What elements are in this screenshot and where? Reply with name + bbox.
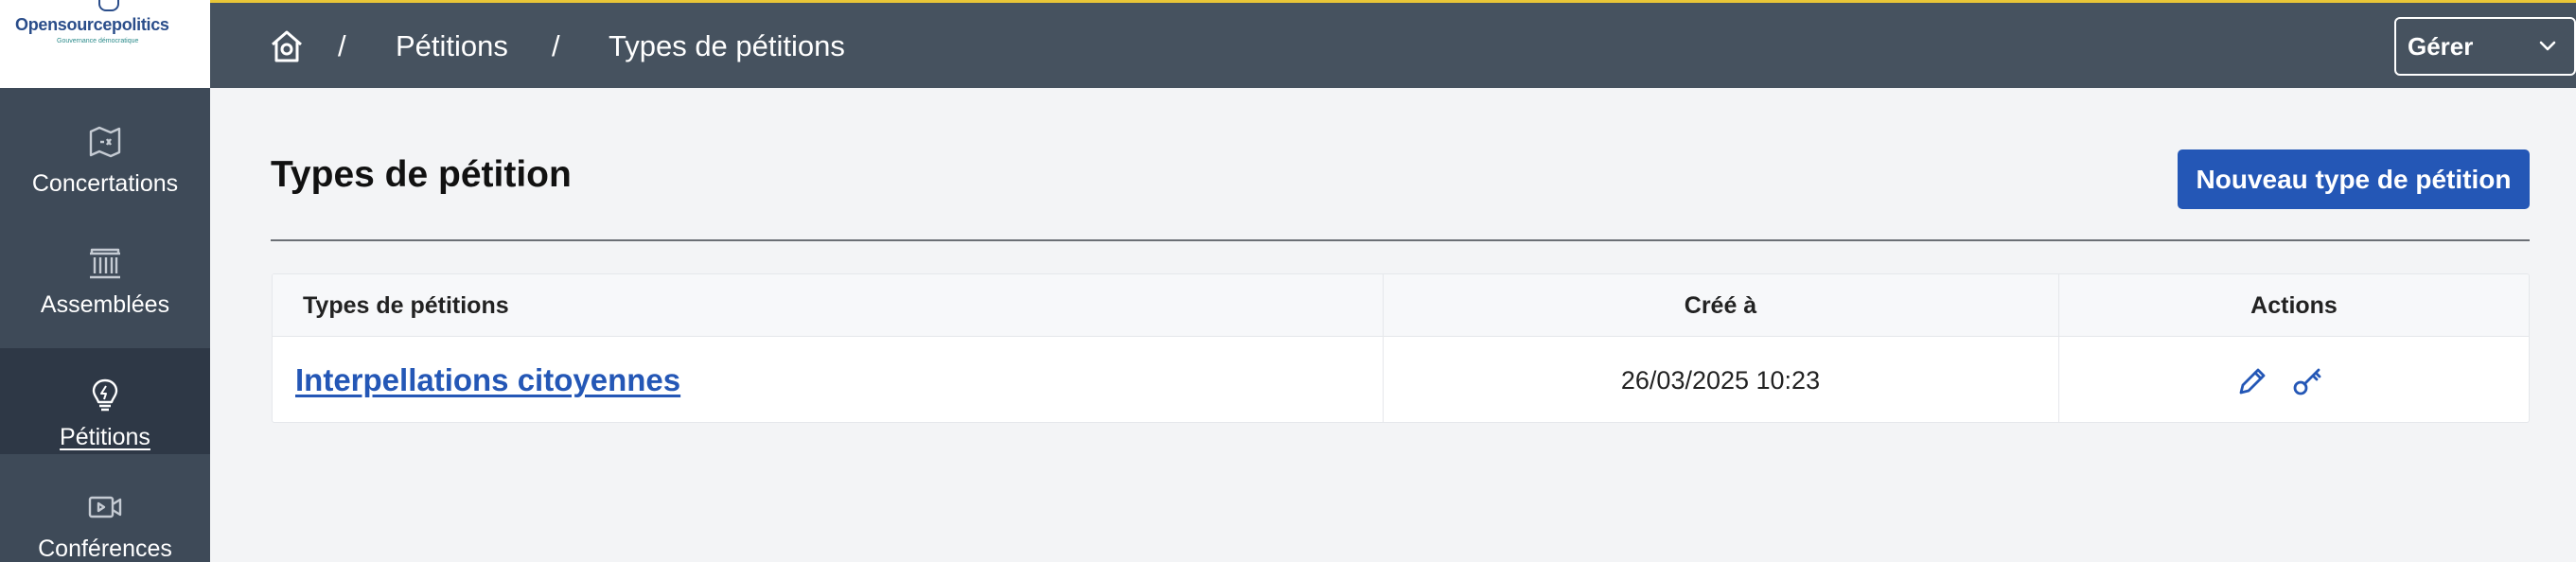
lightbulb-icon	[92, 378, 118, 412]
sidebar-item-label: Pétitions	[60, 424, 150, 450]
petition-type-name-cell: Interpellations citoyennes	[295, 337, 680, 422]
logo-tagline: Gouvernance démocratique	[57, 38, 139, 44]
breadcrumb-separator: /	[338, 29, 346, 62]
sidebar-item-label: Conférences	[38, 536, 172, 562]
logo-bubble-icon	[98, 0, 119, 11]
column-header-actions: Actions	[2250, 292, 2338, 319]
manage-label: Gérer	[2408, 32, 2474, 61]
sidebar-item-label: Assemblées	[40, 291, 170, 318]
petition-types-table: Types de pétitions Créé à Actions Interp…	[272, 273, 2530, 423]
column-divider	[1383, 274, 1384, 422]
breadcrumb-petitions[interactable]: Pétitions	[396, 29, 508, 63]
breadcrumb-types-petitions: Types de pétitions	[609, 29, 845, 62]
created-at-cell: 26/03/2025 10:23	[1620, 366, 1821, 395]
map-icon	[89, 126, 121, 158]
home-icon[interactable]	[269, 28, 305, 64]
column-divider	[2058, 274, 2059, 422]
sidebar-item-conferences[interactable]: Conférences	[0, 460, 210, 562]
table-row: Interpellations citoyennes 26/03/2025 10…	[273, 337, 2529, 422]
chevron-down-icon	[2539, 41, 2556, 51]
institution-icon	[90, 248, 120, 279]
manage-dropdown-button[interactable]: Gérer	[2394, 17, 2576, 76]
sidebar-item-assemblees[interactable]: Assemblées	[0, 216, 210, 322]
column-header-types: Types de pétitions	[303, 292, 509, 319]
page-title: Types de pétition	[271, 154, 572, 195]
pencil-icon[interactable]	[2236, 365, 2268, 397]
logo[interactable]: Opensourcepolitics Gouvernance démocrati…	[0, 0, 210, 88]
new-petition-type-button[interactable]: Nouveau type de pétition	[2178, 149, 2530, 209]
sidebar: Opensourcepolitics Gouvernance démocrati…	[0, 0, 210, 562]
logo-text: Opensourcepolitics	[15, 15, 169, 34]
breadcrumb-separator: /	[552, 29, 560, 62]
sidebar-item-concertations[interactable]: Concertations	[0, 95, 210, 201]
video-icon	[88, 496, 122, 518]
topbar: / Pétitions / Types de pétitions Gérer	[210, 0, 2576, 88]
sidebar-item-petitions[interactable]: Pétitions	[0, 348, 210, 454]
table-header: Types de pétitions Créé à Actions	[273, 274, 2529, 337]
sidebar-item-label: Concertations	[31, 170, 179, 197]
column-header-created-at: Créé à	[1684, 292, 1757, 319]
divider	[271, 239, 2530, 241]
key-icon[interactable]	[2291, 365, 2323, 397]
main-content: Types de pétition Nouveau type de pétiti…	[210, 88, 2576, 562]
petition-type-link[interactable]: Interpellations citoyennes	[295, 362, 680, 397]
